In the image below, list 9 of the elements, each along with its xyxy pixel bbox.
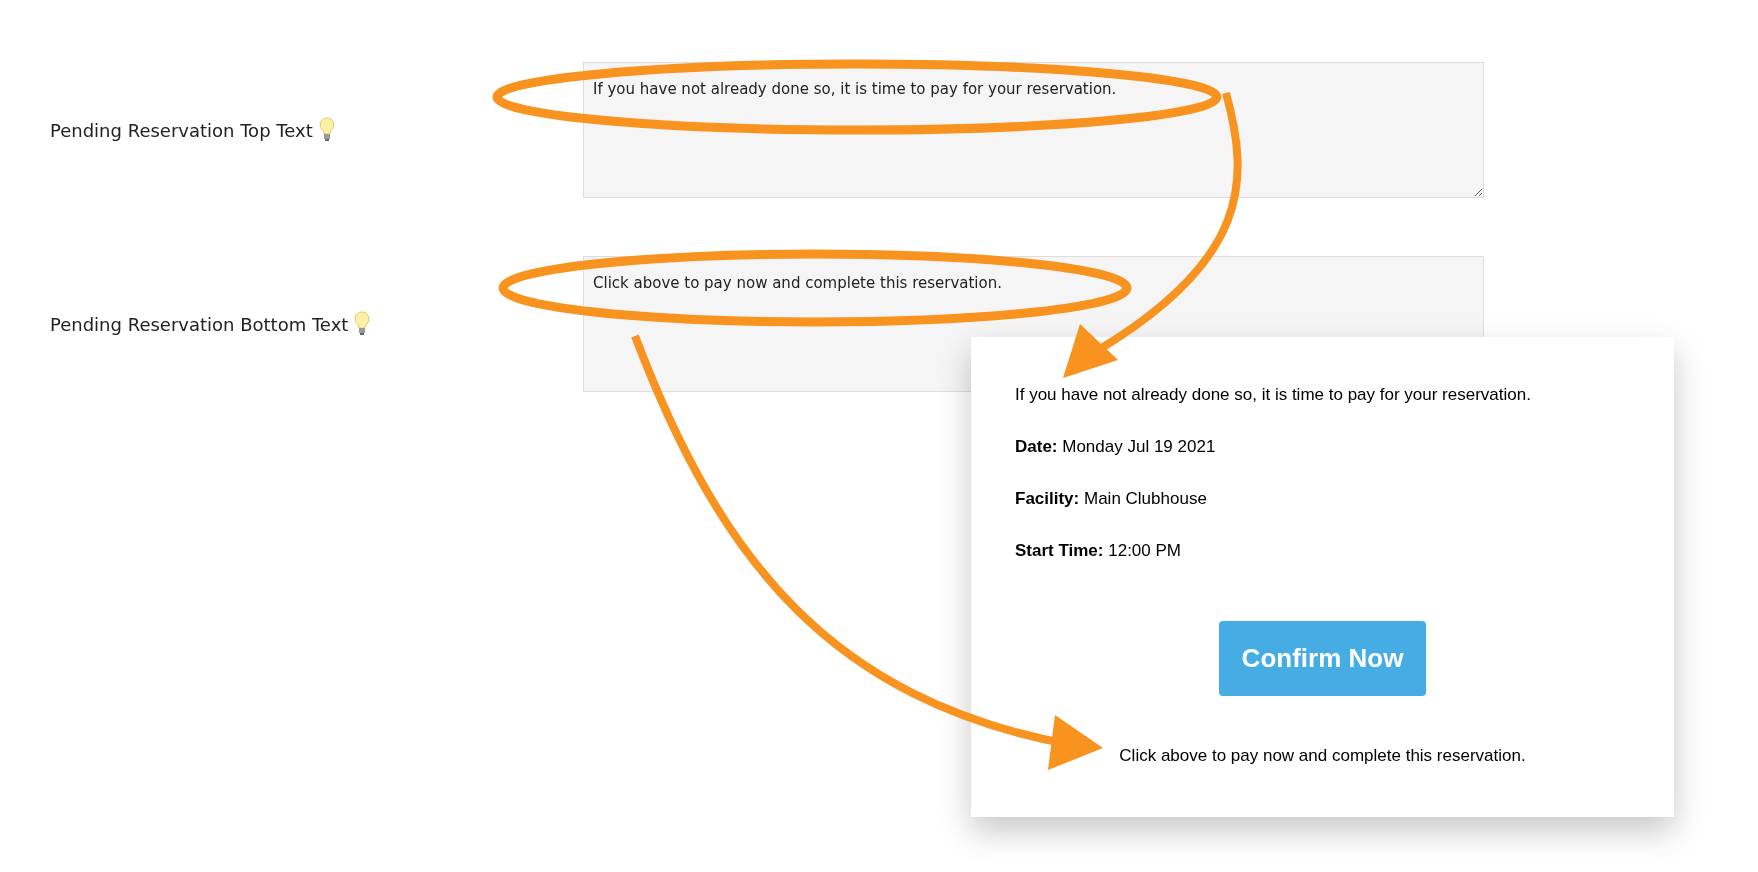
preview-text: Click above to pay now and complete this reservation. (1119, 746, 1526, 766)
lightbulb-icon (318, 117, 335, 143)
detail-line: Facility: Main Clubhouse (1015, 489, 1207, 509)
detail-line: Date: Monday Jul 19 2021 (1015, 437, 1216, 457)
field-label: Pending Reservation Top Text (50, 119, 313, 141)
field-label: Pending Reservation Bottom Text (50, 313, 349, 335)
detail-line: Start Time: 12:00 PM (1015, 541, 1181, 561)
lightbulb-icon (354, 311, 371, 337)
text-area[interactable]: If you have not already done so, it is time to pay for your reservation. (583, 62, 1484, 198)
